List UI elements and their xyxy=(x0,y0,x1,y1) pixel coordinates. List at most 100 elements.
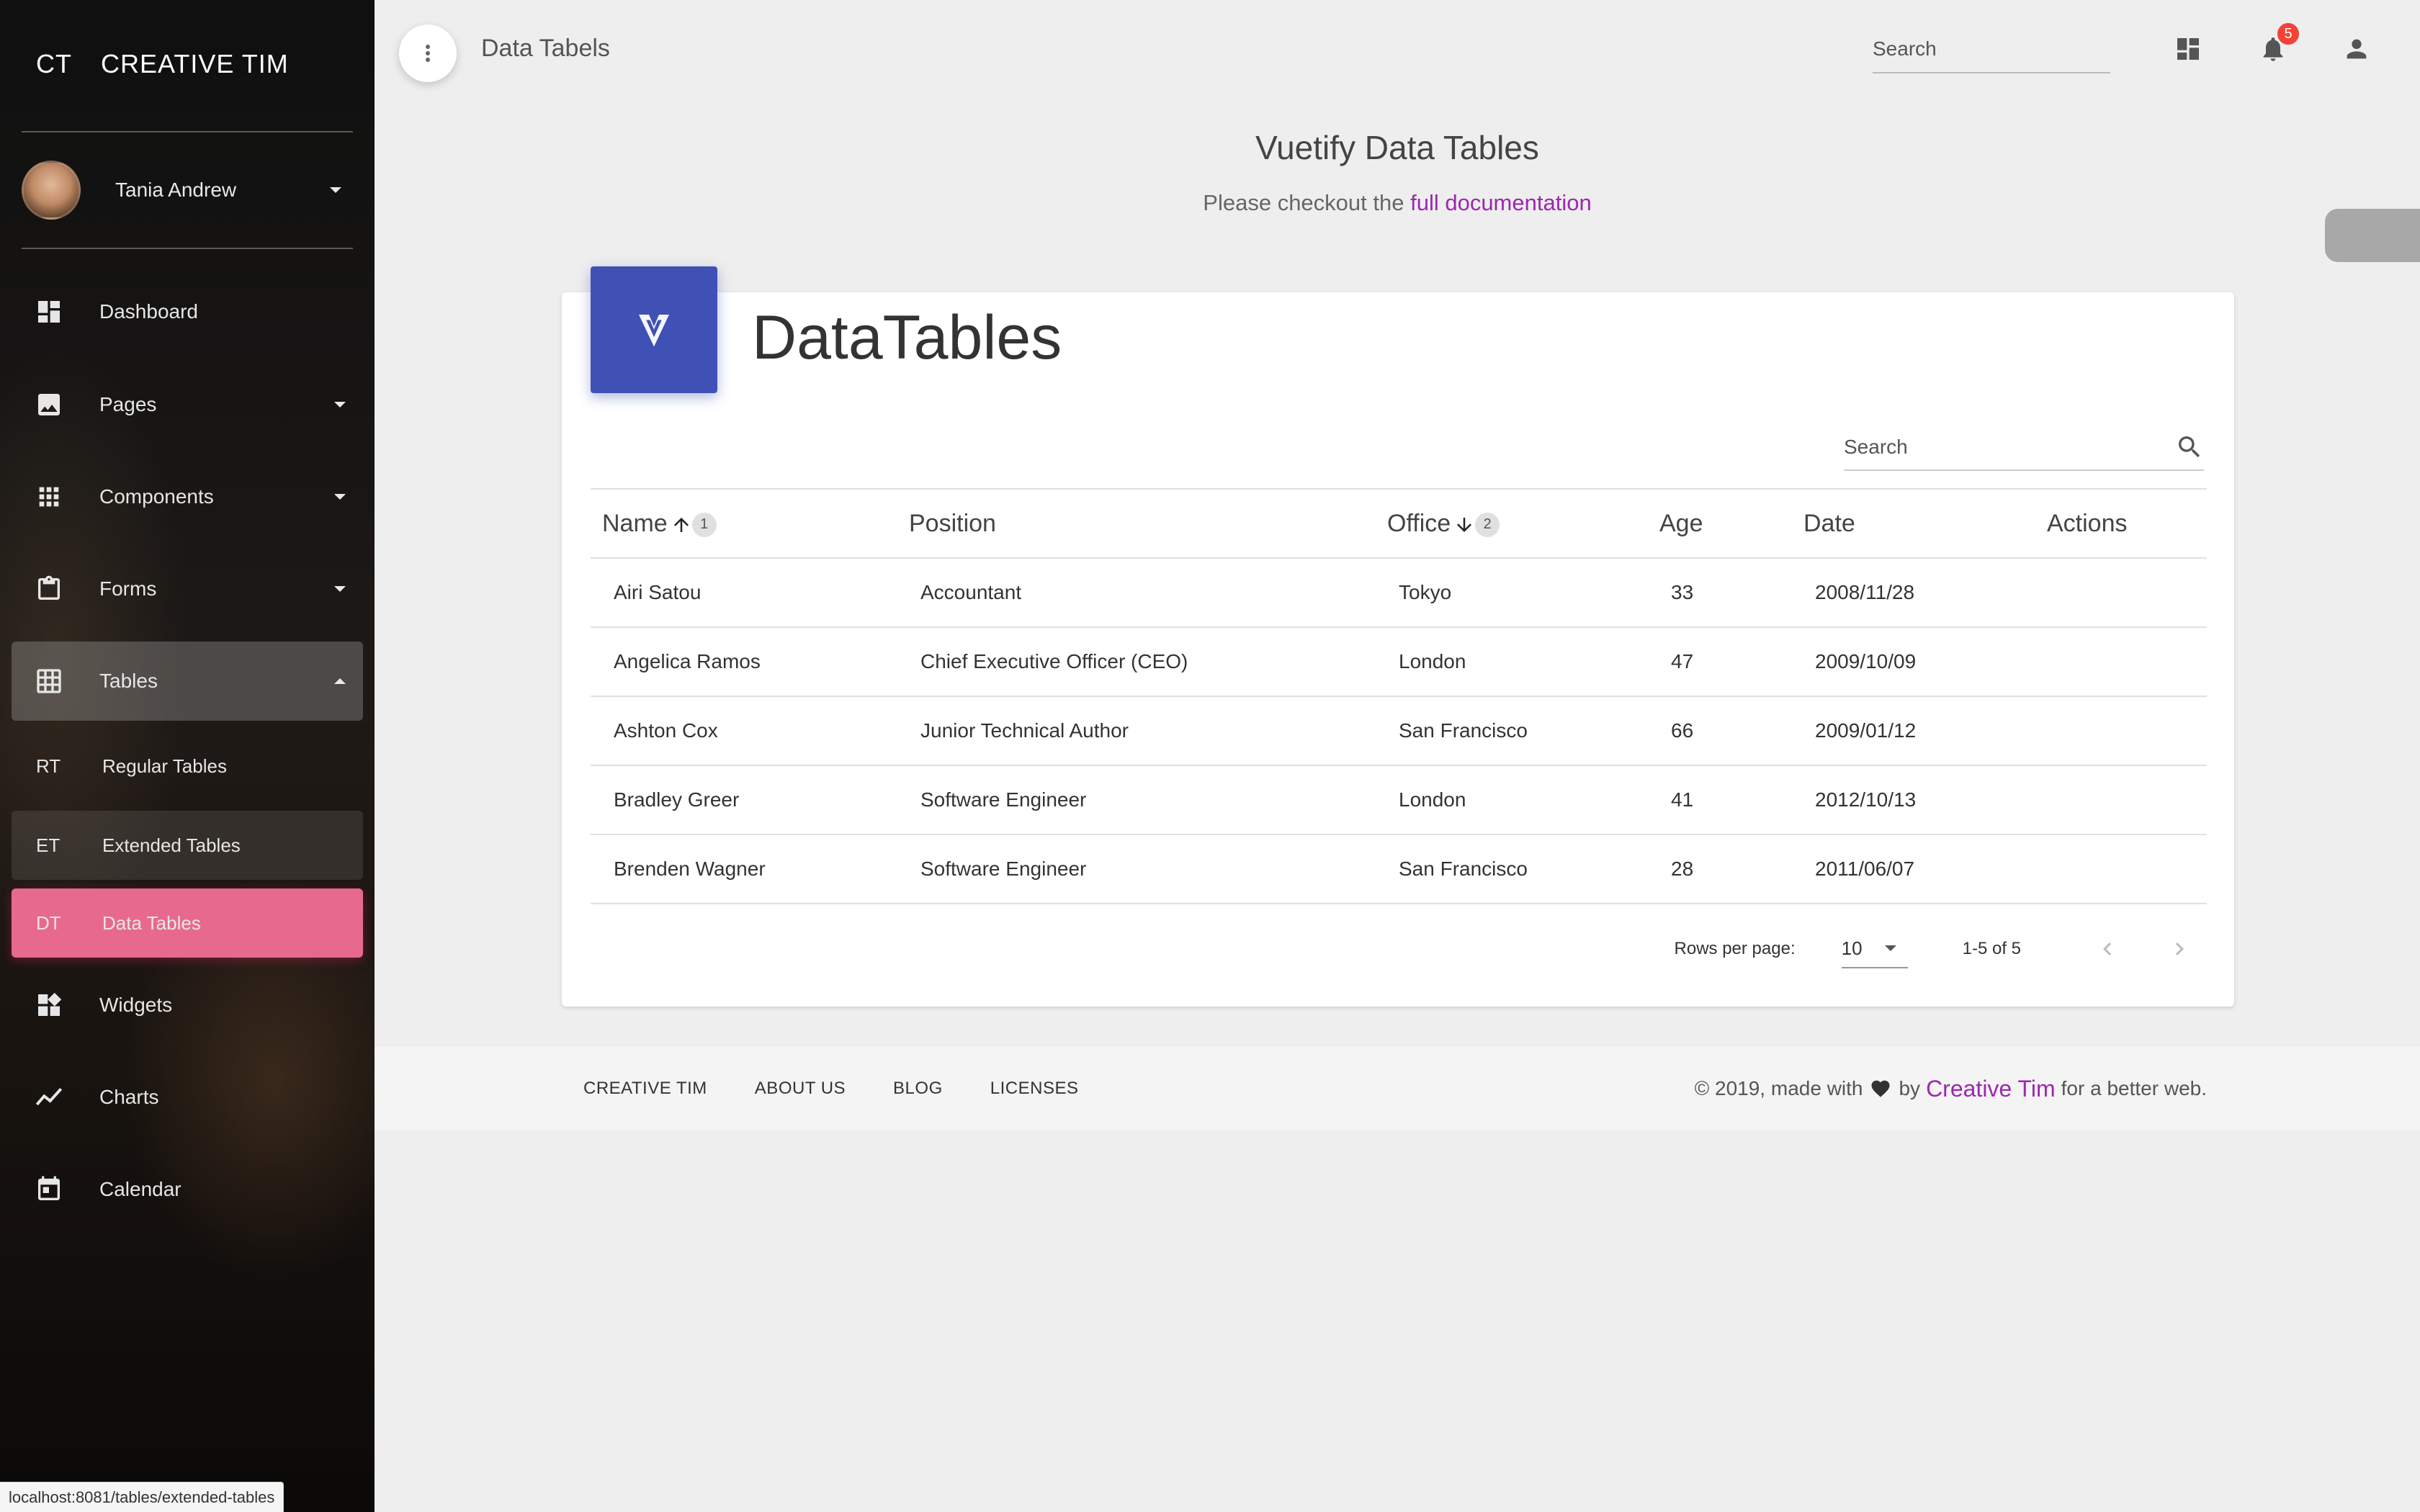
column-header-age[interactable]: Age xyxy=(1648,488,1792,559)
column-header-office[interactable]: Office 2 xyxy=(1376,488,1648,559)
person-icon xyxy=(2347,39,2367,59)
copyright: © 2019, made with by Creative Tim for a … xyxy=(1695,1047,2207,1130)
sort-order-badge: 1 xyxy=(691,512,717,537)
sub-item-mini: RT xyxy=(36,755,61,777)
cell-office: San Francisco xyxy=(1376,696,1648,766)
sidebar-item-forms[interactable]: Forms xyxy=(12,549,363,629)
sidebar-item-label: Widgets xyxy=(99,994,173,1016)
cell-office: Tokyo xyxy=(1376,558,1648,628)
next-page-button[interactable] xyxy=(2158,927,2201,971)
table-header-row: Name 1 Position Office 2 Age Date Actions xyxy=(591,488,2207,559)
notifications-button[interactable]: 5 xyxy=(2254,22,2300,68)
footer-link-licenses[interactable]: LICENSES xyxy=(990,1079,1079,1099)
table-pagination: Rows per page: 10 1-5 of 5 xyxy=(591,913,2207,985)
top-search xyxy=(1873,35,2110,73)
column-header-actions: Actions xyxy=(2035,488,2207,559)
heart-icon xyxy=(1870,1078,1891,1099)
sidebar-item-label: Tables xyxy=(99,670,158,692)
cell-position: Chief Executive Officer (CEO) xyxy=(897,627,1376,697)
search-icon xyxy=(2179,436,2200,458)
footer-link-blog[interactable]: BLOG xyxy=(893,1079,943,1099)
sidebar-subitem-data-tables[interactable]: DT Data Tables xyxy=(12,888,363,958)
column-label: Age xyxy=(1659,509,1703,537)
creative-tim-link[interactable]: Creative Tim xyxy=(1926,1076,2056,1102)
column-header-name[interactable]: Name 1 xyxy=(591,488,897,559)
settings-tab[interactable] xyxy=(2325,209,2420,262)
user-menu[interactable]: Tania Andrew xyxy=(22,160,353,220)
sidebar-item-calendar[interactable]: Calendar xyxy=(12,1150,363,1229)
column-header-position[interactable]: Position xyxy=(897,488,1376,559)
copyright-by: by xyxy=(1899,1077,1921,1099)
sidebar-item-tables[interactable]: Tables xyxy=(12,642,363,721)
page-title: Data Tabels xyxy=(481,35,610,62)
section-heading: Vuetify Data Tables xyxy=(1255,129,1539,166)
footer-link-about-us[interactable]: ABOUT US xyxy=(755,1079,846,1099)
cell-position: Software Engineer xyxy=(897,834,1376,904)
divider xyxy=(22,248,353,249)
widgets-icon xyxy=(32,988,66,1022)
data-table-card: DataTables Name 1 Position Office 2 Age Da… xyxy=(562,266,2234,1007)
brand[interactable]: CT CREATIVE TIM xyxy=(36,49,289,79)
sidebar-item-label: Dashboard xyxy=(99,300,198,323)
menu-button[interactable] xyxy=(399,24,457,82)
chevron-down-icon xyxy=(334,402,346,408)
table-search-input[interactable] xyxy=(1844,436,2175,459)
user-name: Tania Andrew xyxy=(115,179,237,201)
card-title: DataTables xyxy=(752,303,1062,372)
top-search-input[interactable] xyxy=(1873,35,2110,60)
documentation-link[interactable]: full documentation xyxy=(1410,190,1592,215)
sidebar-item-pages[interactable]: Pages xyxy=(12,365,363,444)
cell-date: 2009/10/09 xyxy=(1792,627,2035,697)
sidebar: CT CREATIVE TIM Tania Andrew Dashboard P… xyxy=(0,0,375,1512)
sub-item-label: Extended Tables xyxy=(102,834,241,856)
sub-item-mini: DT xyxy=(36,912,61,934)
clipboard-icon xyxy=(32,572,66,606)
cell-age: 66 xyxy=(1648,696,1792,766)
cell-date: 2008/11/28 xyxy=(1792,558,2035,628)
apps-icon xyxy=(32,480,66,514)
chevron-down-icon xyxy=(1884,945,1896,951)
sidebar-subitem-regular-tables[interactable]: RT Regular Tables xyxy=(12,732,363,801)
cell-position: Accountant xyxy=(897,558,1376,628)
page-footer: CREATIVE TIM ABOUT US BLOG LICENSES © 20… xyxy=(375,1047,2420,1130)
previous-page-button[interactable] xyxy=(2086,927,2129,971)
profile-button[interactable] xyxy=(2338,30,2375,68)
cell-age: 47 xyxy=(1648,627,1792,697)
cell-office: London xyxy=(1376,765,1648,835)
column-header-date[interactable]: Date xyxy=(1792,488,2035,559)
sidebar-item-dashboard[interactable]: Dashboard xyxy=(12,272,363,351)
chevron-up-icon xyxy=(334,678,346,684)
cell-name: Brenden Wagner xyxy=(591,834,897,904)
sidebar-item-components[interactable]: Components xyxy=(12,457,363,536)
table-row: Angelica Ramos Chief Executive Officer (… xyxy=(591,627,2207,697)
brand-mini: CT xyxy=(36,49,72,78)
grid-icon xyxy=(32,664,66,698)
sidebar-item-label: Pages xyxy=(99,393,157,415)
cell-age: 28 xyxy=(1648,834,1792,904)
chevron-down-icon xyxy=(330,187,341,193)
sub-item-label: Regular Tables xyxy=(102,755,227,777)
status-url: localhost:8081/tables/extended-tables xyxy=(0,1482,284,1512)
column-label: Actions xyxy=(2047,509,2128,537)
sidebar-subitem-extended-tables[interactable]: ET Extended Tables xyxy=(12,811,363,880)
sub-item-label: Data Tables xyxy=(102,912,201,934)
chevron-down-icon xyxy=(334,494,346,500)
cell-date: 2009/01/12 xyxy=(1792,696,2035,766)
image-icon xyxy=(32,387,66,422)
sidebar-item-widgets[interactable]: Widgets xyxy=(12,966,363,1045)
footer-link-creative-tim[interactable]: CREATIVE TIM xyxy=(583,1079,707,1099)
cell-actions xyxy=(2035,765,2207,835)
sidebar-item-label: Forms xyxy=(99,577,157,600)
dashboard-button[interactable] xyxy=(2169,30,2207,68)
sort-order-badge: 2 xyxy=(1475,512,1500,537)
cell-position: Junior Technical Author xyxy=(897,696,1376,766)
rows-per-page-value: 10 xyxy=(1841,937,1863,959)
copyright-prefix: © 2019, made with xyxy=(1694,1077,1863,1099)
rows-per-page-select[interactable]: 10 xyxy=(1841,930,1908,968)
cell-name: Bradley Greer xyxy=(591,765,897,835)
table-row: Airi Satou Accountant Tokyo 33 2008/11/2… xyxy=(591,558,2207,628)
sidebar-item-charts[interactable]: Charts xyxy=(12,1058,363,1137)
timeline-icon xyxy=(32,1080,66,1115)
cell-actions xyxy=(2035,834,2207,904)
cell-actions xyxy=(2035,627,2207,697)
